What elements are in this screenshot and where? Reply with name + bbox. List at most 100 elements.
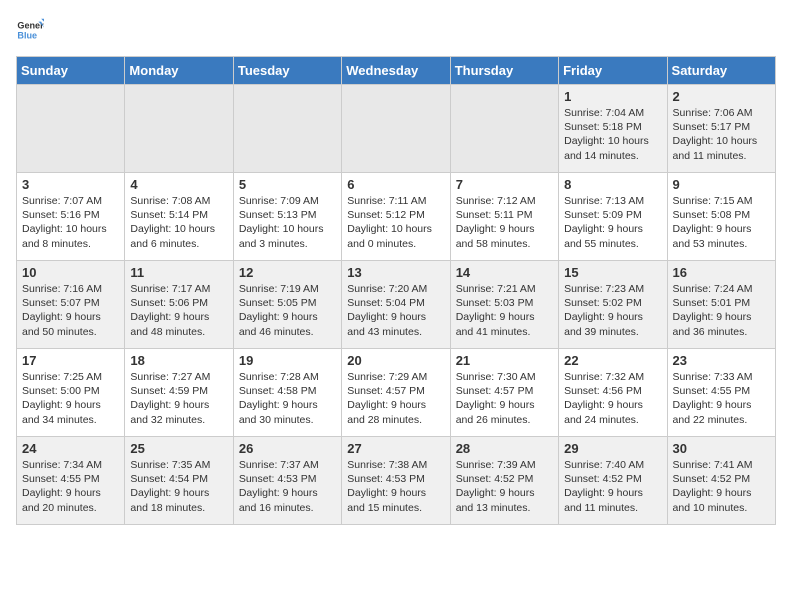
day-info: Sunrise: 7:11 AM Sunset: 5:12 PM Dayligh… bbox=[347, 194, 444, 251]
calendar-cell bbox=[233, 85, 341, 173]
weekday-header-friday: Friday bbox=[559, 57, 667, 85]
calendar-cell: 18 Sunrise: 7:27 AM Sunset: 4:59 PM Dayli… bbox=[125, 349, 233, 437]
day-info: Sunrise: 7:33 AM Sunset: 4:55 PM Dayligh… bbox=[673, 370, 770, 427]
calendar-cell: 23 Sunrise: 7:33 AM Sunset: 4:55 PM Dayli… bbox=[667, 349, 775, 437]
day-number: 28 bbox=[456, 441, 553, 456]
calendar-cell: 1 Sunrise: 7:04 AM Sunset: 5:18 PM Daylig… bbox=[559, 85, 667, 173]
calendar-cell: 3 Sunrise: 7:07 AM Sunset: 5:16 PM Daylig… bbox=[17, 173, 125, 261]
calendar-cell: 6 Sunrise: 7:11 AM Sunset: 5:12 PM Daylig… bbox=[342, 173, 450, 261]
weekday-header-wednesday: Wednesday bbox=[342, 57, 450, 85]
day-info: Sunrise: 7:23 AM Sunset: 5:02 PM Dayligh… bbox=[564, 282, 661, 339]
page-header: General Blue bbox=[16, 16, 776, 44]
day-info: Sunrise: 7:39 AM Sunset: 4:52 PM Dayligh… bbox=[456, 458, 553, 515]
weekday-header-saturday: Saturday bbox=[667, 57, 775, 85]
calendar-week-row: 24 Sunrise: 7:34 AM Sunset: 4:55 PM Dayli… bbox=[17, 437, 776, 525]
calendar-cell: 8Sunrise: 7:13 AM Sunset: 5:09 PM Daylig… bbox=[559, 173, 667, 261]
weekday-header-thursday: Thursday bbox=[450, 57, 558, 85]
day-number: 22 bbox=[564, 353, 661, 368]
calendar-cell: 20 Sunrise: 7:29 AM Sunset: 4:57 PM Dayli… bbox=[342, 349, 450, 437]
calendar-cell bbox=[125, 85, 233, 173]
calendar-cell: 19 Sunrise: 7:28 AM Sunset: 4:58 PM Dayli… bbox=[233, 349, 341, 437]
day-info: Sunrise: 7:04 AM Sunset: 5:18 PM Dayligh… bbox=[564, 106, 661, 163]
weekday-header-tuesday: Tuesday bbox=[233, 57, 341, 85]
day-number: 24 bbox=[22, 441, 119, 456]
day-info: Sunrise: 7:37 AM Sunset: 4:53 PM Dayligh… bbox=[239, 458, 336, 515]
day-number: 11 bbox=[130, 265, 227, 280]
day-number: 18 bbox=[130, 353, 227, 368]
day-number: 14 bbox=[456, 265, 553, 280]
calendar-cell bbox=[342, 85, 450, 173]
calendar-cell: 28 Sunrise: 7:39 AM Sunset: 4:52 PM Dayli… bbox=[450, 437, 558, 525]
day-number: 3 bbox=[22, 177, 119, 192]
day-number: 30 bbox=[673, 441, 770, 456]
calendar-cell: 13 Sunrise: 7:20 AM Sunset: 5:04 PM Dayli… bbox=[342, 261, 450, 349]
day-number: 12 bbox=[239, 265, 336, 280]
day-info: Sunrise: 7:17 AM Sunset: 5:06 PM Dayligh… bbox=[130, 282, 227, 339]
day-number: 23 bbox=[673, 353, 770, 368]
day-number: 19 bbox=[239, 353, 336, 368]
day-info: Sunrise: 7:30 AM Sunset: 4:57 PM Dayligh… bbox=[456, 370, 553, 427]
calendar-cell bbox=[450, 85, 558, 173]
day-number: 8 bbox=[564, 177, 661, 192]
logo: General Blue bbox=[16, 16, 48, 44]
day-number: 9 bbox=[673, 177, 770, 192]
day-number: 25 bbox=[130, 441, 227, 456]
calendar-cell: 30 Sunrise: 7:41 AM Sunset: 4:52 PM Dayli… bbox=[667, 437, 775, 525]
calendar-cell bbox=[17, 85, 125, 173]
day-info: Sunrise: 7:21 AM Sunset: 5:03 PM Dayligh… bbox=[456, 282, 553, 339]
day-info: Sunrise: 7:12 AM Sunset: 5:11 PM Dayligh… bbox=[456, 194, 553, 251]
day-number: 27 bbox=[347, 441, 444, 456]
day-number: 17 bbox=[22, 353, 119, 368]
calendar-cell: 9Sunrise: 7:15 AM Sunset: 5:08 PM Daylig… bbox=[667, 173, 775, 261]
calendar-cell: 4 Sunrise: 7:08 AM Sunset: 5:14 PM Daylig… bbox=[125, 173, 233, 261]
day-number: 29 bbox=[564, 441, 661, 456]
calendar-cell: 10Sunrise: 7:16 AM Sunset: 5:07 PM Dayli… bbox=[17, 261, 125, 349]
day-info: Sunrise: 7:16 AM Sunset: 5:07 PM Dayligh… bbox=[22, 282, 119, 339]
day-info: Sunrise: 7:06 AM Sunset: 5:17 PM Dayligh… bbox=[673, 106, 770, 163]
calendar-cell: 22 Sunrise: 7:32 AM Sunset: 4:56 PM Dayli… bbox=[559, 349, 667, 437]
weekday-header-row: SundayMondayTuesdayWednesdayThursdayFrid… bbox=[17, 57, 776, 85]
day-number: 15 bbox=[564, 265, 661, 280]
calendar-cell: 2Sunrise: 7:06 AM Sunset: 5:17 PM Daylig… bbox=[667, 85, 775, 173]
calendar-cell: 29 Sunrise: 7:40 AM Sunset: 4:52 PM Dayli… bbox=[559, 437, 667, 525]
day-info: Sunrise: 7:27 AM Sunset: 4:59 PM Dayligh… bbox=[130, 370, 227, 427]
day-info: Sunrise: 7:25 AM Sunset: 5:00 PM Dayligh… bbox=[22, 370, 119, 427]
calendar-cell: 16Sunrise: 7:24 AM Sunset: 5:01 PM Dayli… bbox=[667, 261, 775, 349]
calendar-cell: 24 Sunrise: 7:34 AM Sunset: 4:55 PM Dayli… bbox=[17, 437, 125, 525]
day-info: Sunrise: 7:35 AM Sunset: 4:54 PM Dayligh… bbox=[130, 458, 227, 515]
day-info: Sunrise: 7:38 AM Sunset: 4:53 PM Dayligh… bbox=[347, 458, 444, 515]
weekday-header-monday: Monday bbox=[125, 57, 233, 85]
day-number: 5 bbox=[239, 177, 336, 192]
calendar-cell: 15 Sunrise: 7:23 AM Sunset: 5:02 PM Dayli… bbox=[559, 261, 667, 349]
calendar-cell: 21Sunrise: 7:30 AM Sunset: 4:57 PM Dayli… bbox=[450, 349, 558, 437]
day-info: Sunrise: 7:08 AM Sunset: 5:14 PM Dayligh… bbox=[130, 194, 227, 251]
weekday-header-sunday: Sunday bbox=[17, 57, 125, 85]
calendar-cell: 14 Sunrise: 7:21 AM Sunset: 5:03 PM Dayli… bbox=[450, 261, 558, 349]
day-info: Sunrise: 7:40 AM Sunset: 4:52 PM Dayligh… bbox=[564, 458, 661, 515]
day-number: 4 bbox=[130, 177, 227, 192]
day-number: 13 bbox=[347, 265, 444, 280]
day-info: Sunrise: 7:20 AM Sunset: 5:04 PM Dayligh… bbox=[347, 282, 444, 339]
calendar-cell: 17 Sunrise: 7:25 AM Sunset: 5:00 PM Dayli… bbox=[17, 349, 125, 437]
day-info: Sunrise: 7:29 AM Sunset: 4:57 PM Dayligh… bbox=[347, 370, 444, 427]
day-info: Sunrise: 7:07 AM Sunset: 5:16 PM Dayligh… bbox=[22, 194, 119, 251]
day-info: Sunrise: 7:09 AM Sunset: 5:13 PM Dayligh… bbox=[239, 194, 336, 251]
day-number: 20 bbox=[347, 353, 444, 368]
calendar-cell: 5 Sunrise: 7:09 AM Sunset: 5:13 PM Daylig… bbox=[233, 173, 341, 261]
day-number: 1 bbox=[564, 89, 661, 104]
calendar-week-row: 10Sunrise: 7:16 AM Sunset: 5:07 PM Dayli… bbox=[17, 261, 776, 349]
day-info: Sunrise: 7:41 AM Sunset: 4:52 PM Dayligh… bbox=[673, 458, 770, 515]
calendar-cell: 26 Sunrise: 7:37 AM Sunset: 4:53 PM Dayli… bbox=[233, 437, 341, 525]
day-info: Sunrise: 7:34 AM Sunset: 4:55 PM Dayligh… bbox=[22, 458, 119, 515]
day-info: Sunrise: 7:28 AM Sunset: 4:58 PM Dayligh… bbox=[239, 370, 336, 427]
day-number: 6 bbox=[347, 177, 444, 192]
calendar-table: SundayMondayTuesdayWednesdayThursdayFrid… bbox=[16, 56, 776, 525]
day-info: Sunrise: 7:19 AM Sunset: 5:05 PM Dayligh… bbox=[239, 282, 336, 339]
day-number: 26 bbox=[239, 441, 336, 456]
logo-icon: General Blue bbox=[16, 16, 44, 44]
calendar-week-row: 3 Sunrise: 7:07 AM Sunset: 5:16 PM Daylig… bbox=[17, 173, 776, 261]
calendar-week-row: 1 Sunrise: 7:04 AM Sunset: 5:18 PM Daylig… bbox=[17, 85, 776, 173]
day-number: 16 bbox=[673, 265, 770, 280]
calendar-week-row: 17 Sunrise: 7:25 AM Sunset: 5:00 PM Dayli… bbox=[17, 349, 776, 437]
day-info: Sunrise: 7:32 AM Sunset: 4:56 PM Dayligh… bbox=[564, 370, 661, 427]
